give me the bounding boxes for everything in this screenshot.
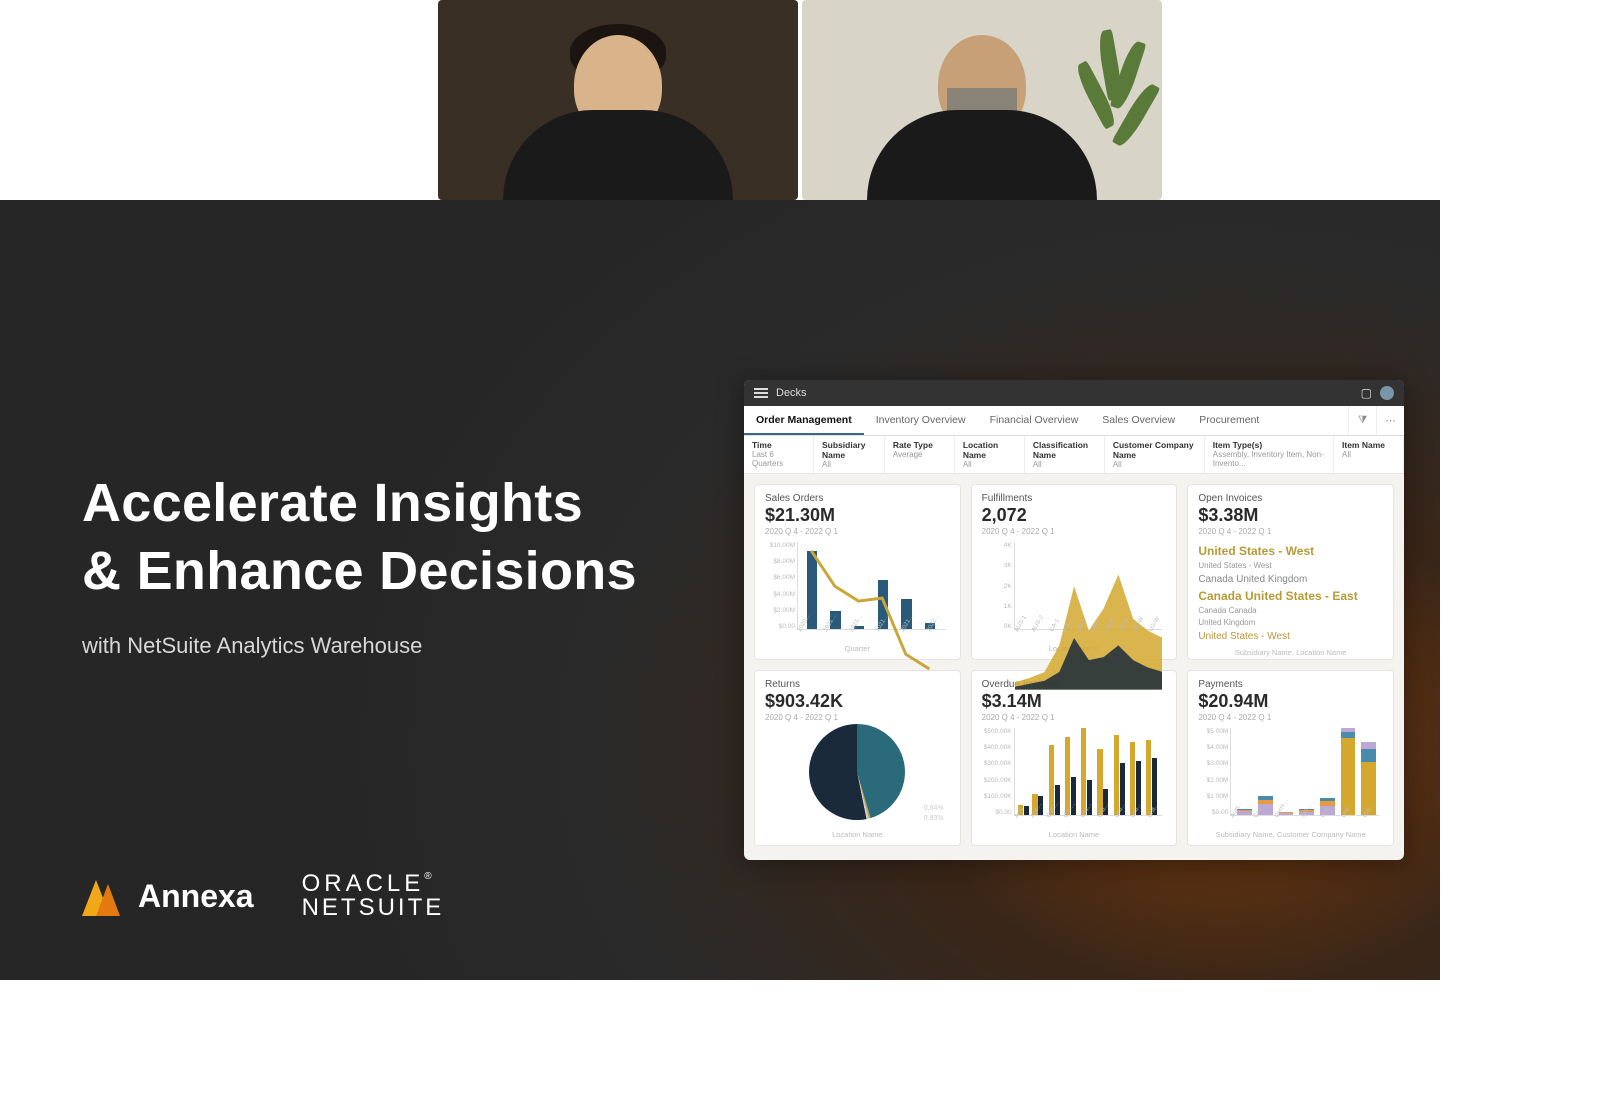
card-subtitle: 2020 Q 4 - 2022 Q 1 [765, 527, 950, 536]
annexa-wordmark: Annexa [138, 878, 254, 915]
card-grid: Sales Orders $21.30M 2020 Q 4 - 2022 Q 1… [744, 474, 1404, 856]
filter-icon[interactable]: ⧩ [1348, 406, 1376, 435]
tab-sales-overview[interactable]: Sales Overview [1090, 406, 1187, 435]
filter-item-type[interactable]: Item Type(s)Assembly, Inventory Item, No… [1205, 436, 1334, 473]
logo-row: Annexa ORACLE® NETSUITE [82, 872, 444, 920]
presentation-slide: Accelerate Insights & Enhance Decisions … [0, 200, 1440, 980]
card-overdue-invoices[interactable]: Overdue Invoices $3.14M 2020 Q 4 - 2022 … [971, 670, 1178, 846]
card-footer: Location Name [765, 830, 950, 839]
tab-financial-overview[interactable]: Financial Overview [978, 406, 1091, 435]
card-metric: $903.42K [765, 691, 950, 712]
webcam-participant-1 [438, 0, 798, 200]
card-title: Fulfillments [982, 493, 1167, 504]
card-payments[interactable]: Payments $20.94M 2020 Q 4 - 2022 Q 1 $5.… [1187, 670, 1394, 846]
avatar-icon[interactable] [1380, 386, 1394, 400]
filter-subsidiary[interactable]: Subsidiary NameAll [814, 436, 885, 473]
tab-inventory-overview[interactable]: Inventory Overview [864, 406, 978, 435]
webcam-participant-2 [802, 0, 1162, 200]
annexa-mark-icon [82, 876, 122, 916]
filter-item-name[interactable]: Item NameAll [1334, 436, 1404, 473]
card-sales-orders[interactable]: Sales Orders $21.30M 2020 Q 4 - 2022 Q 1… [754, 484, 961, 660]
slide-title-block: Accelerate Insights & Enhance Decisions … [82, 470, 637, 659]
card-footer: Location Name [982, 830, 1167, 839]
card-metric: $3.14M [982, 691, 1167, 712]
card-fulfillments[interactable]: Fulfillments 2,072 2020 Q 4 - 2022 Q 1 4… [971, 484, 1178, 660]
dashboard-tabs: Order Management Inventory Overview Fina… [744, 406, 1404, 436]
card-footer: Subsidiary Name, Location Name [1198, 648, 1383, 657]
bell-icon[interactable]: ▢ [1361, 386, 1372, 400]
filter-location[interactable]: Location NameAll [955, 436, 1025, 473]
chart-fulfillments: 4K3K2K1K0K AUS-1AUS-2CA-1CA-2UK-1UK-2US-… [982, 542, 1167, 640]
card-title: Open Invoices [1198, 493, 1383, 504]
dashboard-screenshot: Decks ▢ Order Management Inventory Overv… [744, 380, 1404, 860]
card-returns[interactable]: Returns $903.42K 2020 Q 4 - 2022 Q 1 45.… [754, 670, 961, 846]
card-subtitle: 2020 Q 4 - 2022 Q 1 [982, 713, 1167, 722]
chart-overdue-invoices: $500.00K$400.00K$300.00K$200.00K$100.00K… [982, 728, 1167, 826]
chart-returns: 45.38% 53.15% 0.64% 0.83% [765, 728, 950, 826]
card-subtitle: 2020 Q 4 - 2022 Q 1 [982, 527, 1167, 536]
card-title: Payments [1198, 679, 1383, 690]
chart-open-invoices: United States - West United States - Wes… [1198, 542, 1383, 644]
chart-sales-orders: $10.00M$8.00M$6.00M$4.00M$2.00M$0.00 202… [765, 542, 950, 640]
card-open-invoices[interactable]: Open Invoices $3.38M 2020 Q 4 - 2022 Q 1… [1187, 484, 1394, 660]
card-title: Sales Orders [765, 493, 950, 504]
topbar-title: Decks [776, 387, 807, 399]
card-metric: $21.30M [765, 505, 950, 526]
chart-payments: $5.00M$4.00M$3.00M$2.00M$1.00M$0.00 Aust… [1198, 728, 1383, 826]
card-metric: $3.38M [1198, 505, 1383, 526]
webcam-strip [438, 0, 1162, 200]
dashboard-topbar: Decks ▢ [744, 380, 1404, 406]
more-icon[interactable]: ⋯ [1376, 406, 1404, 435]
card-footer: Subsidiary Name, Customer Company Name [1198, 830, 1383, 839]
card-subtitle: 2020 Q 4 - 2022 Q 1 [1198, 713, 1383, 722]
slide-title: Accelerate Insights & Enhance Decisions [82, 470, 637, 605]
filter-customer[interactable]: Customer Company NameAll [1105, 436, 1205, 473]
card-metric: $20.94M [1198, 691, 1383, 712]
card-subtitle: 2020 Q 4 - 2022 Q 1 [1198, 527, 1383, 536]
tab-order-management[interactable]: Order Management [744, 406, 864, 435]
hamburger-icon[interactable] [754, 388, 768, 398]
tab-procurement[interactable]: Procurement [1187, 406, 1271, 435]
card-metric: 2,072 [982, 505, 1167, 526]
filter-time[interactable]: TimeLast 6 Quarters [744, 436, 814, 473]
oracle-netsuite-logo: ORACLE® NETSUITE [302, 872, 445, 920]
filter-rate-type[interactable]: Rate TypeAverage [885, 436, 955, 473]
filter-bar: TimeLast 6 Quarters Subsidiary NameAll R… [744, 436, 1404, 474]
filter-classification[interactable]: Classification NameAll [1025, 436, 1105, 473]
card-subtitle: 2020 Q 4 - 2022 Q 1 [765, 713, 950, 722]
annexa-logo: Annexa [82, 876, 254, 916]
slide-subtitle: with NetSuite Analytics Warehouse [82, 633, 637, 659]
